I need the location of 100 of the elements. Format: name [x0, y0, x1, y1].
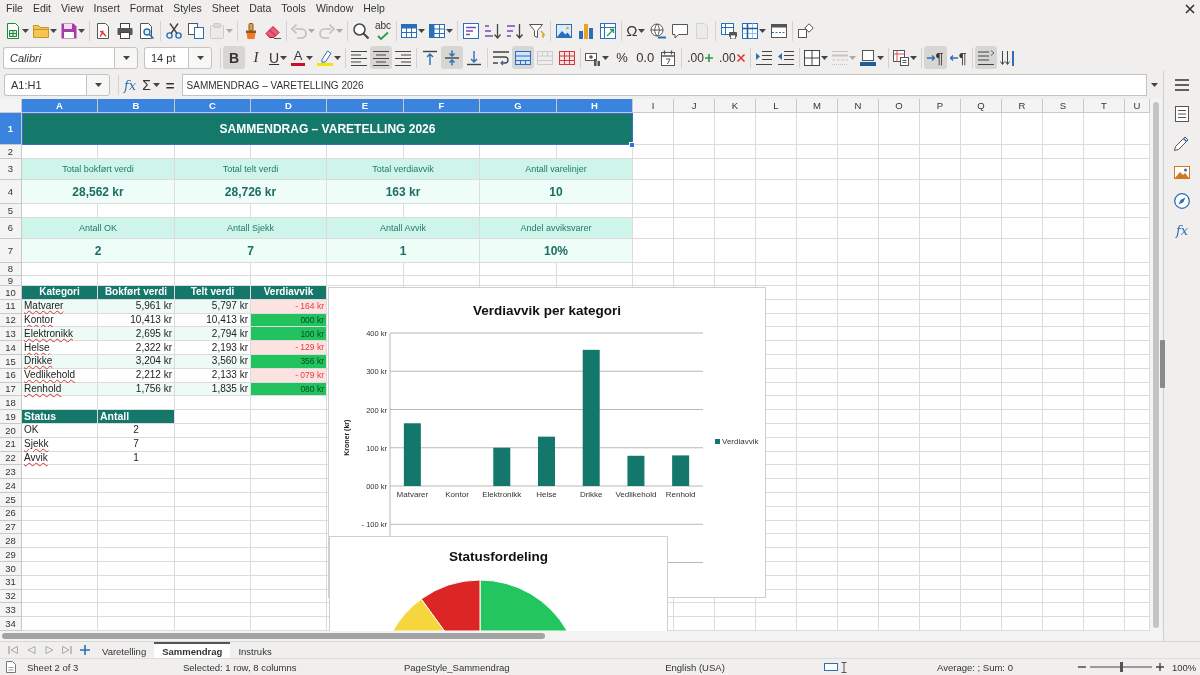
column-header[interactable]: B: [98, 99, 175, 113]
formula-button[interactable]: =: [162, 74, 178, 96]
row-header[interactable]: 28: [0, 534, 22, 549]
column-header[interactable]: S: [1043, 99, 1084, 113]
table-cell: - 129 kr: [251, 341, 327, 355]
function-wizard-button[interactable]: fx: [121, 74, 140, 96]
menu-item[interactable]: Help: [358, 0, 390, 17]
sidebar-handle[interactable]: [1160, 340, 1165, 388]
menu-item[interactable]: View: [56, 0, 89, 17]
column-header[interactable]: U: [1125, 99, 1150, 113]
slider-thumb[interactable]: [1120, 662, 1123, 672]
sum-button[interactable]: Σ: [139, 74, 163, 96]
menu-item[interactable]: Edit: [27, 0, 56, 17]
row-header[interactable]: 10: [0, 286, 22, 300]
italic-button[interactable]: I: [245, 46, 267, 69]
column-header[interactable]: T: [1084, 99, 1125, 113]
column-header[interactable]: I: [633, 99, 674, 113]
left-to-right-button[interactable]: ¶: [923, 46, 947, 69]
row-header[interactable]: 33: [0, 603, 22, 618]
spelling-button[interactable]: abc: [372, 19, 395, 42]
merge-center-button[interactable]: [512, 46, 535, 69]
menu-item[interactable]: Styles: [168, 0, 207, 17]
name-box-field[interactable]: A1:H1: [4, 74, 86, 96]
column-header[interactable]: R: [1002, 99, 1043, 113]
font-color-button[interactable]: A: [289, 46, 316, 69]
row-header[interactable]: 7: [0, 239, 22, 263]
menu-item[interactable]: File: [1, 0, 28, 17]
down-arrows-icon: [999, 49, 1016, 66]
zoom-in-button[interactable]: [1154, 661, 1166, 673]
row-header[interactable]: 6: [0, 218, 22, 239]
selection-handle[interactable]: [629, 142, 635, 148]
menu-item[interactable]: Insert: [88, 0, 125, 17]
column-header[interactable]: J: [674, 99, 715, 113]
align-center-button[interactable]: [370, 46, 393, 69]
add-sheet-button[interactable]: [78, 642, 92, 658]
add-decimal-button[interactable]: .00: [684, 46, 716, 69]
column-header[interactable]: M: [797, 99, 838, 113]
row-header[interactable]: 1: [0, 113, 22, 145]
column-header[interactable]: K: [715, 99, 756, 113]
caret-icon: [1151, 83, 1158, 87]
row-header[interactable]: 29: [0, 548, 22, 562]
align-middle-button[interactable]: [441, 46, 464, 69]
column-header[interactable]: F: [404, 99, 480, 113]
row-header[interactable]: 34: [0, 617, 22, 631]
sheet-tab[interactable]: Instruks: [230, 642, 280, 658]
column-header[interactable]: Q: [961, 99, 1002, 113]
row-header[interactable]: 14: [0, 341, 22, 355]
menu-item[interactable]: Sheet: [206, 0, 245, 17]
row-header[interactable]: 4: [0, 180, 22, 204]
menu-item[interactable]: Tools: [276, 0, 311, 17]
column-header[interactable]: O: [879, 99, 920, 113]
column-header[interactable]: D: [251, 99, 327, 113]
row-header[interactable]: 2: [0, 145, 22, 159]
column-header[interactable]: G: [480, 99, 557, 113]
row-header[interactable]: 3: [0, 159, 22, 180]
sheet-tab[interactable]: Sammendrag: [154, 642, 231, 658]
row-header[interactable]: 19: [0, 410, 22, 424]
row-header[interactable]: 8: [0, 263, 22, 276]
bold-button[interactable]: B: [223, 46, 245, 69]
column-header[interactable]: N: [838, 99, 879, 113]
row-header[interactable]: 13: [0, 327, 22, 342]
text-left-to-right-button[interactable]: [974, 46, 997, 69]
column-header[interactable]: E: [327, 99, 404, 113]
selection-summary: Average: ; Sum: 0: [937, 661, 1013, 673]
column-header[interactable]: P: [920, 99, 961, 113]
sheet-tab[interactable]: Varetelling: [94, 642, 155, 658]
right-to-left-button[interactable]: ¶: [946, 46, 970, 69]
dropdown-button[interactable]: [114, 46, 138, 69]
functions-button[interactable]: fx: [1170, 218, 1194, 242]
column-header[interactable]: A: [22, 99, 98, 113]
column-heading: Bokført verdi: [98, 286, 175, 300]
row-header[interactable]: 5: [0, 204, 22, 218]
font-size-field[interactable]: 14 pt: [144, 46, 188, 69]
skip-left-icon: [8, 646, 18, 654]
close-button[interactable]: [1185, 3, 1195, 14]
menu-item[interactable]: Data: [244, 0, 277, 17]
wrap-text-icon: [493, 49, 510, 66]
row-header[interactable]: 23: [0, 465, 22, 480]
formula-input-field[interactable]: SAMMENDRAG – VARETELLING 2026: [181, 74, 1147, 96]
font-name-field[interactable]: Calibri: [3, 46, 114, 69]
scrollbar-thumb[interactable]: [2, 633, 545, 639]
delete-decimal-button[interactable]: .00: [715, 46, 748, 69]
column-header[interactable]: H: [557, 99, 633, 113]
sort-ascending-icon: [485, 22, 502, 39]
column-header[interactable]: C: [175, 99, 251, 113]
dropdown-button[interactable]: [86, 74, 110, 96]
row-header[interactable]: 18: [0, 396, 22, 411]
document-magnifier-icon: [139, 22, 155, 39]
number-format-button[interactable]: 0.0: [633, 46, 658, 69]
menu-item[interactable]: Format: [124, 0, 169, 17]
dropdown-button[interactable]: [188, 46, 212, 69]
percent-format-button[interactable]: %: [611, 46, 634, 69]
underline-button[interactable]: U: [267, 46, 290, 69]
folder-icon: [33, 22, 49, 39]
column-header[interactable]: L: [756, 99, 797, 113]
speech-bubble-icon: [672, 22, 689, 39]
menu-item[interactable]: Window: [310, 0, 359, 17]
special-character-button[interactable]: Ω: [624, 19, 648, 42]
row-header[interactable]: 24: [0, 479, 22, 493]
picture-icon: [556, 22, 573, 39]
